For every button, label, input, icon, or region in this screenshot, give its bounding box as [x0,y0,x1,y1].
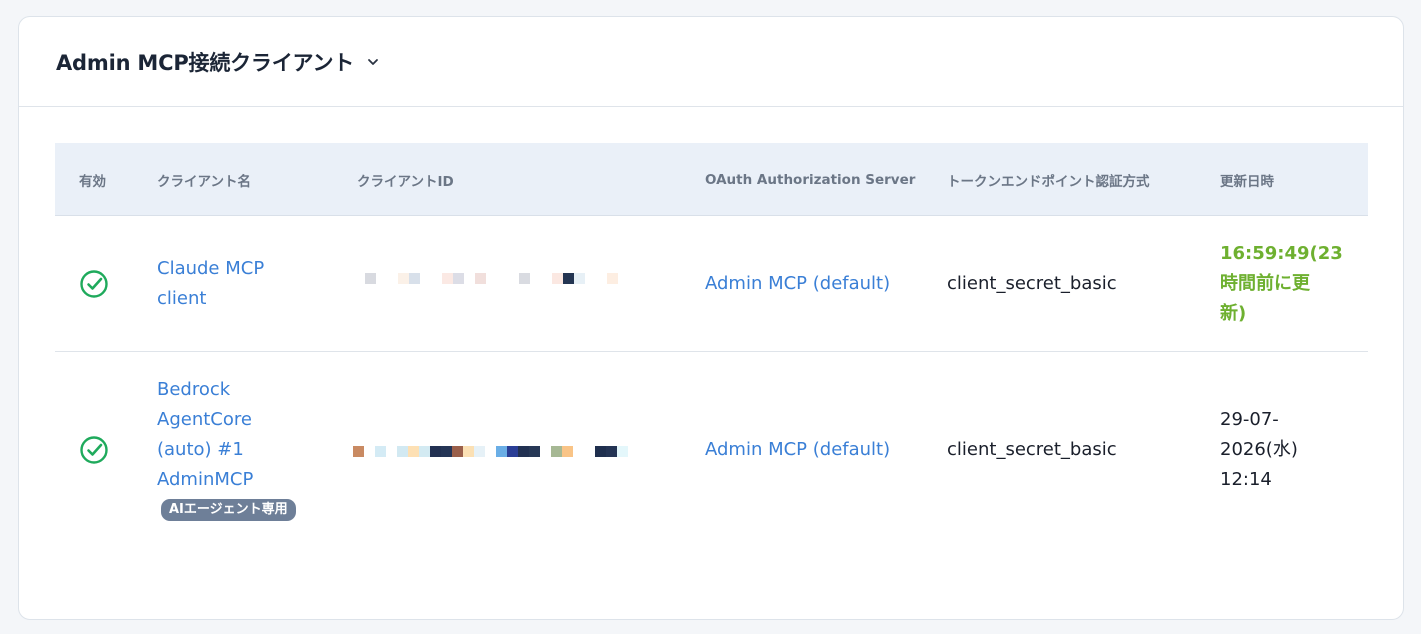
ai-agent-badge: AIエージェント専用 [161,499,296,521]
table-row: Bedrock AgentCore (auto) #1 AdminMCP AIエ… [55,352,1368,552]
client-name-line: client [157,288,207,309]
auth-server-link[interactable]: Admin MCP (default) [705,269,890,299]
auth-method: client_secret_basic [947,273,1117,294]
updated-line: 2026(水) [1220,439,1298,460]
col-updated: 更新日時 [1220,173,1274,190]
enabled-status [79,269,109,299]
col-auth-method: トークンエンドポイント認証方式 [947,173,1150,190]
section-title-toggle[interactable]: Admin MCP接続クライアント [56,47,380,77]
updated-at: 16:59:49(23 時間前に更 新) [1220,239,1343,329]
client-id-redacted [365,273,618,284]
check-circle-icon [80,270,108,298]
client-id-redacted [353,446,628,457]
auth-server-link[interactable]: Admin MCP (default) [705,435,890,465]
updated-at: 29-07- 2026(水) 12:14 [1220,405,1298,495]
clients-card: Admin MCP接続クライアント 有効 クライアント名 クライアントID OA… [18,16,1404,620]
client-name-line: Bedrock [157,379,231,400]
client-name-link[interactable]: Bedrock AgentCore (auto) #1 AdminMCP AIエ… [157,375,296,521]
col-auth-server: OAuth Authorization Server [705,171,916,188]
auth-method: client_secret_basic [947,439,1117,460]
col-client-id: クライアントID [357,173,454,190]
client-name-line: AgentCore [157,409,252,430]
col-enabled: 有効 [79,173,106,190]
chevron-down-icon [366,55,380,69]
updated-line: 29-07- [1220,409,1279,430]
table-header: 有効 クライアント名 クライアントID OAuth Authorization … [55,143,1368,216]
col-client-name: クライアント名 [157,173,251,190]
client-name-link[interactable]: Claude MCP client [157,254,264,314]
client-name-line: Claude MCP [157,258,265,279]
updated-line: 12:14 [1220,469,1272,490]
updated-line: 時間前に更 [1220,273,1310,294]
table-row: Claude MCP client Admin MCP (default) cl… [55,216,1368,352]
enabled-status [79,435,109,465]
client-name-line: AdminMCP [157,469,254,490]
updated-line: 新) [1220,303,1247,324]
section-title: Admin MCP接続クライアント [56,50,355,75]
clients-table: 有効 クライアント名 クライアントID OAuth Authorization … [55,143,1368,552]
check-circle-icon [80,436,108,464]
client-name-line: (auto) #1 [157,439,244,460]
updated-line: 16:59:49(23 [1220,243,1343,264]
card-header: Admin MCP接続クライアント [19,17,1403,107]
